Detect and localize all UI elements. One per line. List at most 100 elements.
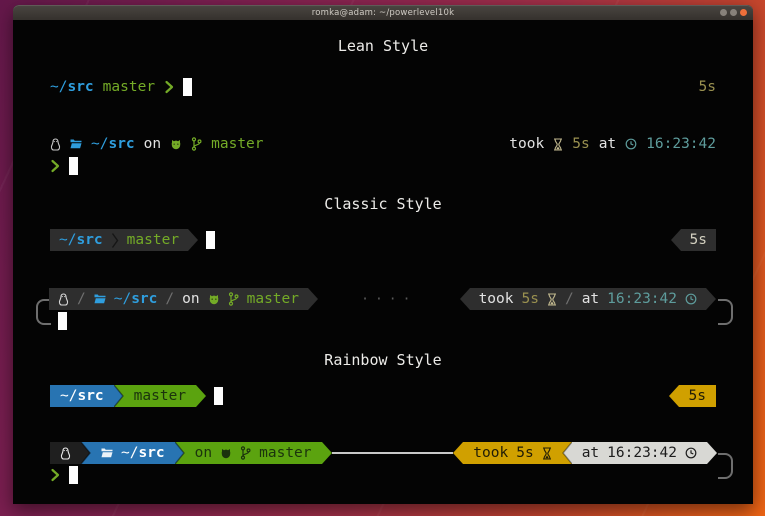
window-title: romka@adam: ~/powerlevel10k — [312, 8, 455, 18]
took-word: took — [479, 291, 514, 307]
took-word: took — [509, 136, 544, 152]
powerline-arrow-icon — [196, 385, 206, 407]
prompt-chevron-icon — [50, 468, 60, 482]
rainbow-oneline-prompt: ~/src master 5s — [50, 385, 716, 407]
directory-path: ~/src — [50, 79, 94, 95]
git-branch: master — [247, 291, 299, 307]
dir-prefix: ~/ — [114, 291, 131, 307]
command-duration: 5s — [516, 445, 533, 461]
minimize-button[interactable] — [720, 9, 727, 16]
powerline-arrow-icon — [706, 288, 716, 310]
powerline-separator-icon — [81, 442, 91, 464]
section-heading-lean: Lean Style — [13, 37, 753, 55]
current-time: 16:23:42 — [607, 445, 677, 461]
dir-name: src — [131, 291, 157, 307]
prompt-frame-right — [718, 453, 733, 479]
octocat-icon — [208, 294, 220, 305]
lean-twoline-prompt: ~/src on master took 5s at — [50, 133, 716, 177]
separator-chevron-icon — [111, 232, 119, 249]
dir-segment: ~/src master — [50, 229, 188, 251]
section-heading-classic: Classic Style — [13, 195, 753, 213]
text-cursor — [69, 466, 78, 484]
desktop-wallpaper: romka@adam: ~/powerlevel10k Lean Style ~… — [0, 0, 765, 516]
prompt-chevron-icon — [164, 80, 174, 94]
powerline-arrow-icon — [308, 288, 318, 310]
dir-prefix: ~/ — [91, 136, 108, 152]
rainbow-twoline-prompt: ~/src on master — [50, 442, 733, 486]
powerline-arrow-icon — [707, 442, 717, 464]
duration-segment: 5s — [679, 385, 716, 407]
prompt-filler-dots: ···· — [318, 292, 460, 307]
octocat-icon — [170, 139, 182, 150]
left-segment-bar: / ~/src / on master — [49, 288, 308, 310]
clock-icon — [685, 447, 697, 459]
segment-separator: / — [565, 291, 574, 307]
text-cursor — [214, 387, 223, 405]
folder-icon — [70, 139, 82, 149]
prompt-connector-line — [332, 452, 454, 454]
powerline-arrow-icon — [460, 288, 470, 310]
prompt-chevron-icon — [50, 159, 60, 173]
at-word: at — [582, 291, 599, 307]
window-buttons — [720, 9, 747, 16]
git-segment: master — [124, 385, 196, 407]
clock-icon — [625, 138, 637, 150]
os-segment — [50, 442, 81, 464]
command-duration: 5s — [521, 291, 538, 307]
dir-name: src — [138, 445, 164, 461]
current-time: 16:23:42 — [646, 136, 716, 152]
dir-prefix: ~/ — [60, 388, 77, 404]
close-button[interactable] — [740, 9, 747, 16]
at-word: at — [582, 445, 599, 461]
powerline-arrow-icon — [671, 229, 681, 251]
text-cursor — [183, 78, 192, 96]
classic-oneline-prompt: ~/src master 5s — [50, 229, 716, 251]
dir-prefix: ~/ — [50, 79, 67, 95]
powerline-separator-icon — [562, 442, 572, 464]
git-segment: on master — [185, 442, 322, 464]
directory-path: ~/src — [114, 291, 158, 307]
directory-path: ~/src — [91, 136, 135, 152]
text-cursor — [69, 157, 78, 175]
prompt-frame-right — [718, 299, 733, 325]
directory-path: ~/src — [121, 445, 165, 461]
octocat-icon — [220, 448, 232, 459]
git-branch-icon — [191, 137, 202, 151]
folder-icon — [101, 448, 113, 458]
section-heading-rainbow: Rainbow Style — [13, 351, 753, 369]
time-segment: at 16:23:42 — [572, 442, 707, 464]
terminal-body[interactable]: Lean Style ~/src master 5s — [13, 20, 753, 504]
git-branch: master — [127, 232, 179, 248]
on-word: on — [182, 291, 199, 307]
hourglass-icon — [542, 447, 552, 460]
duration-segment: 5s — [681, 229, 716, 251]
maximize-button[interactable] — [730, 9, 737, 16]
clock-icon — [685, 293, 697, 305]
current-time: 16:23:42 — [607, 291, 677, 307]
command-duration: 5s — [699, 79, 716, 95]
directory-path: ~/src — [59, 232, 103, 248]
dir-segment: ~/src — [91, 442, 175, 464]
hourglass-icon — [547, 293, 557, 306]
os-icon — [60, 447, 71, 460]
directory-path: ~/src — [60, 388, 104, 404]
os-icon — [58, 293, 69, 306]
text-cursor — [58, 312, 67, 330]
titlebar[interactable]: romka@adam: ~/powerlevel10k — [13, 5, 753, 20]
os-icon — [50, 138, 61, 151]
dir-name: src — [108, 136, 134, 152]
powerline-arrow-icon — [188, 229, 198, 251]
segment-separator: / — [165, 291, 174, 307]
git-branch-icon — [228, 292, 239, 306]
classic-twoline-prompt: / ~/src / on master — [36, 288, 733, 332]
lean-oneline-prompt: ~/src master 5s — [50, 76, 716, 98]
duration-segment: took 5s — [463, 442, 561, 464]
dir-prefix: ~/ — [59, 232, 76, 248]
powerline-arrow-icon — [322, 442, 332, 464]
powerline-separator-icon — [114, 385, 124, 407]
powerline-arrow-icon — [453, 442, 463, 464]
took-word: took — [473, 445, 508, 461]
git-branch: master — [259, 445, 311, 461]
folder-icon — [94, 294, 106, 304]
on-word: on — [144, 136, 161, 152]
